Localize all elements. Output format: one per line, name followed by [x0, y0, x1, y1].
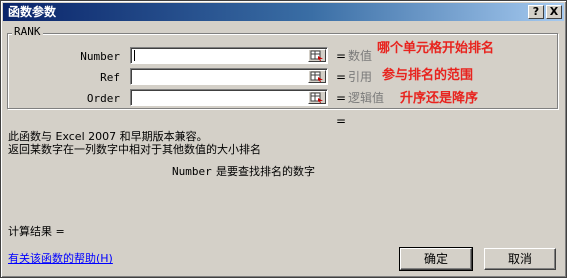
- function-description: 返回某数字在一列数字中相对于其他数值的大小排名: [8, 143, 261, 156]
- function-name-label: RANK: [12, 25, 43, 39]
- number-equals: =: [336, 49, 347, 63]
- order-equals: =: [336, 91, 347, 105]
- number-input-box[interactable]: [130, 47, 328, 64]
- formula-result-equals: =: [336, 114, 347, 128]
- order-label: Order: [86, 92, 120, 105]
- number-hint: 数值: [348, 49, 373, 63]
- order-hint: 逻辑值: [348, 91, 385, 105]
- arg-help-name: Number: [172, 165, 212, 178]
- number-input[interactable]: [133, 49, 303, 62]
- close-title-button[interactable]: X: [546, 5, 562, 19]
- ok-button[interactable]: 确定: [399, 247, 473, 271]
- title-bar[interactable]: 函数参数 ? X: [3, 3, 564, 21]
- number-collapse-button[interactable]: [308, 49, 326, 62]
- help-title-button[interactable]: ?: [528, 5, 544, 19]
- range-select-icon: [310, 92, 323, 103]
- ref-hint: 引用: [348, 70, 373, 84]
- ref-annotation: 参与排名的范围: [382, 68, 474, 83]
- ref-input-box[interactable]: [130, 68, 328, 85]
- ref-collapse-button[interactable]: [308, 70, 326, 83]
- result-label: 计算结果 =: [8, 225, 65, 238]
- number-label: Number: [80, 50, 120, 63]
- ref-label: Ref: [100, 71, 120, 84]
- range-select-icon: [310, 71, 323, 82]
- dialog-title: 函数参数: [8, 5, 57, 19]
- order-input[interactable]: [133, 91, 303, 104]
- order-annotation: 升序还是降序: [400, 91, 479, 106]
- arg-help-text: 是要查找排名的数字: [216, 165, 315, 178]
- order-input-box[interactable]: [130, 89, 328, 106]
- number-annotation: 哪个单元格开始排名: [377, 41, 495, 56]
- function-help-link[interactable]: 有关该函数的帮助(H): [8, 252, 113, 266]
- order-collapse-button[interactable]: [308, 91, 326, 104]
- ref-input[interactable]: [133, 70, 303, 83]
- cancel-button[interactable]: 取消: [484, 248, 556, 270]
- text-cursor: [134, 50, 135, 61]
- compat-note: 此函数与 Excel 2007 和早期版本兼容。: [8, 130, 208, 143]
- range-select-icon: [310, 50, 323, 61]
- ref-equals: =: [336, 70, 347, 84]
